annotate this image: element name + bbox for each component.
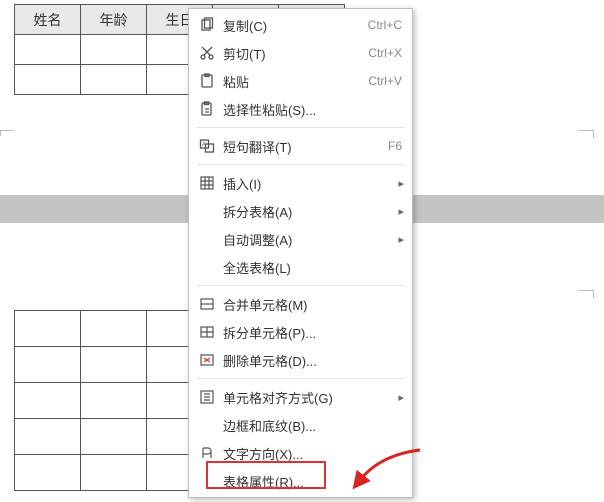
svg-text:A: A	[202, 142, 206, 148]
table-cell[interactable]	[15, 383, 81, 419]
translate-icon: A	[197, 138, 217, 154]
cut-icon	[197, 45, 217, 61]
menu-item-autofit[interactable]: 自动调整(A)	[189, 225, 412, 253]
table-cell[interactable]	[81, 347, 147, 383]
menu-item-select-table[interactable]: 全选表格(L)	[189, 253, 412, 281]
table-cell[interactable]	[15, 35, 81, 65]
merge-cells-icon	[197, 296, 217, 312]
menu-separator	[197, 378, 404, 379]
menu-label: 复制(C)	[217, 16, 368, 35]
menu-label: 短句翻译(T)	[217, 137, 388, 156]
menu-item-text-direction[interactable]: 文字方向(X)...	[189, 439, 412, 467]
menu-separator	[197, 127, 404, 128]
paste-icon	[197, 73, 217, 89]
menu-shortcut: Ctrl+V	[368, 74, 402, 88]
menu-item-delete-cells[interactable]: 删除单元格(D)...	[189, 346, 412, 374]
menu-label: 拆分表格(A)	[217, 202, 402, 221]
menu-label: 全选表格(L)	[217, 258, 402, 277]
menu-item-cut[interactable]: 剪切(T) Ctrl+X	[189, 39, 412, 67]
insert-table-icon	[197, 175, 217, 191]
menu-item-borders[interactable]: 边框和底纹(B)...	[189, 411, 412, 439]
menu-separator	[197, 285, 404, 286]
table-cell[interactable]	[15, 347, 81, 383]
menu-item-paste-special[interactable]: 选择性粘贴(S)...	[189, 95, 412, 123]
menu-label: 自动调整(A)	[217, 230, 402, 249]
menu-label: 粘贴	[217, 72, 368, 91]
page-margin-marker	[578, 130, 594, 138]
menu-separator	[197, 164, 404, 165]
menu-item-insert[interactable]: 插入(I)	[189, 169, 412, 197]
menu-label: 剪切(T)	[217, 44, 368, 63]
menu-label: 边框和底纹(B)...	[217, 416, 402, 435]
table-cell[interactable]	[81, 383, 147, 419]
table-cell[interactable]	[81, 35, 147, 65]
menu-label: 插入(I)	[217, 174, 402, 193]
menu-label: 合并单元格(M)	[217, 295, 402, 314]
table-cell[interactable]	[15, 311, 81, 347]
delete-cells-icon	[197, 352, 217, 368]
menu-item-table-properties[interactable]: 表格属性(R)...	[189, 467, 412, 495]
cell-align-icon	[197, 389, 217, 405]
menu-shortcut: Ctrl+C	[368, 18, 402, 32]
table-cell[interactable]	[81, 455, 147, 491]
split-cells-icon	[197, 324, 217, 340]
menu-shortcut: Ctrl+X	[368, 46, 402, 60]
menu-item-copy[interactable]: 复制(C) Ctrl+C	[189, 11, 412, 39]
text-direction-icon	[197, 445, 217, 461]
menu-label: 拆分单元格(P)...	[217, 323, 402, 342]
table-cell[interactable]	[15, 419, 81, 455]
menu-item-split-cells[interactable]: 拆分单元格(P)...	[189, 318, 412, 346]
table-cell[interactable]	[81, 65, 147, 95]
menu-shortcut: F6	[388, 139, 402, 153]
page-margin-marker	[578, 290, 594, 298]
menu-label: 选择性粘贴(S)...	[217, 100, 402, 119]
copy-icon	[197, 17, 217, 33]
menu-label: 表格属性(R)...	[217, 472, 402, 491]
col-header[interactable]: 姓名	[15, 5, 81, 35]
menu-item-merge-cells[interactable]: 合并单元格(M)	[189, 290, 412, 318]
menu-item-translate[interactable]: A 短句翻译(T) F6	[189, 132, 412, 160]
context-menu: 复制(C) Ctrl+C 剪切(T) Ctrl+X 粘贴 Ctrl+V 选择性粘…	[188, 8, 413, 498]
table-cell[interactable]	[15, 455, 81, 491]
paste-special-icon	[197, 101, 217, 117]
menu-item-cell-align[interactable]: 单元格对齐方式(G)	[189, 383, 412, 411]
menu-item-paste[interactable]: 粘贴 Ctrl+V	[189, 67, 412, 95]
table-cell[interactable]	[81, 419, 147, 455]
table-cell[interactable]	[81, 311, 147, 347]
menu-label: 单元格对齐方式(G)	[217, 388, 402, 407]
menu-item-split-table[interactable]: 拆分表格(A)	[189, 197, 412, 225]
page-margin-marker	[0, 130, 14, 136]
table-cell[interactable]	[15, 65, 81, 95]
menu-label: 删除单元格(D)...	[217, 351, 402, 370]
col-header[interactable]: 年龄	[81, 5, 147, 35]
menu-label: 文字方向(X)...	[217, 444, 402, 463]
